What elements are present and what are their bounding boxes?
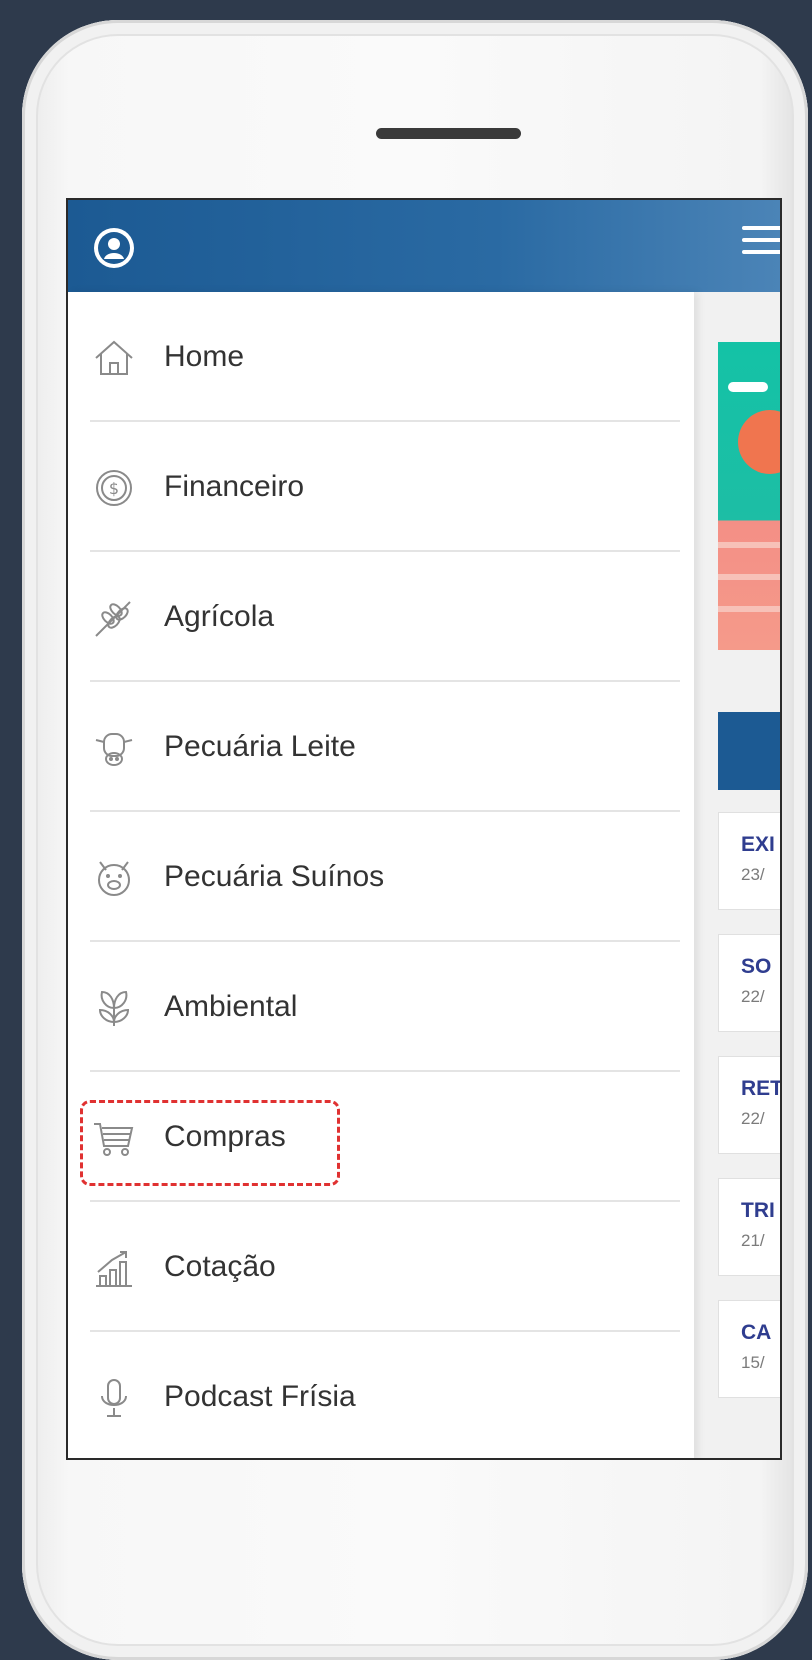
menu-item-label: Pecuária Suínos	[164, 860, 385, 893]
news-date: 23/	[741, 865, 765, 884]
svg-text:$: $	[109, 479, 119, 498]
news-card[interactable]: EXI 23/	[718, 812, 780, 910]
app-screen: EXI 23/ SO 22/ RET 22/ TRI 21/ CA 15/ Ho…	[66, 198, 782, 1460]
menu-item-pecuaria-suinos[interactable]: Pecuária Suínos	[68, 812, 694, 942]
news-card[interactable]: TRI 21/	[718, 1178, 780, 1276]
microphone-icon	[92, 1376, 136, 1420]
hamburger-menu-icon[interactable]	[742, 226, 780, 254]
news-section-header	[718, 712, 780, 790]
menu-item-pecuaria-leite[interactable]: Pecuária Leite	[68, 682, 694, 812]
dollar-coin-icon: $	[92, 466, 136, 510]
news-date: 15/	[741, 1353, 765, 1372]
menu-item-label: Ambiental	[164, 990, 298, 1023]
menu-item-agricola[interactable]: Agrícola	[68, 552, 694, 682]
news-title: SO	[741, 955, 772, 978]
menu-item-label: Home	[164, 340, 245, 373]
leaves-icon	[92, 986, 136, 1030]
phone-speaker	[376, 128, 521, 139]
news-title: EXI	[741, 833, 775, 856]
news-date: 22/	[741, 1109, 765, 1128]
news-card[interactable]: RET 22/	[718, 1056, 782, 1154]
menu-item-cotacao[interactable]: Cotação	[68, 1202, 694, 1332]
compras-highlight-annotation	[80, 1100, 340, 1186]
home-icon	[92, 336, 136, 380]
news-date: 22/	[741, 987, 765, 1006]
menu-item-label: Cotação	[164, 1250, 276, 1283]
navigation-drawer: Home $ Financeiro Agrícola Pecuária Leit…	[68, 292, 694, 1458]
menu-item-label: Pecuária Leite	[164, 730, 356, 763]
menu-item-label: Agrícola	[164, 600, 275, 633]
menu-item-podcast[interactable]: Podcast Frísia	[68, 1332, 694, 1458]
pig-icon	[92, 856, 136, 900]
chart-growth-icon	[92, 1246, 136, 1290]
main-content-peek: EXI 23/ SO 22/ RET 22/ TRI 21/ CA 15/	[694, 292, 782, 1458]
menu-item-label: Podcast Frísia	[164, 1380, 356, 1413]
news-card[interactable]: CA 15/	[718, 1300, 780, 1398]
news-title: RET	[741, 1077, 782, 1100]
cow-icon	[92, 726, 136, 770]
news-title: TRI	[741, 1199, 775, 1222]
menu-item-ambiental[interactable]: Ambiental	[68, 942, 694, 1072]
menu-item-label: Financeiro	[164, 470, 305, 503]
news-title: CA	[741, 1321, 772, 1344]
wheat-icon	[92, 596, 136, 640]
menu-item-financeiro[interactable]: $ Financeiro	[68, 422, 694, 552]
user-profile-icon[interactable]	[94, 228, 134, 268]
app-header	[68, 200, 780, 292]
news-card[interactable]: SO 22/	[718, 934, 780, 1032]
menu-item-home[interactable]: Home	[68, 292, 694, 422]
news-date: 21/	[741, 1231, 765, 1250]
promo-banner-image[interactable]	[718, 342, 780, 650]
